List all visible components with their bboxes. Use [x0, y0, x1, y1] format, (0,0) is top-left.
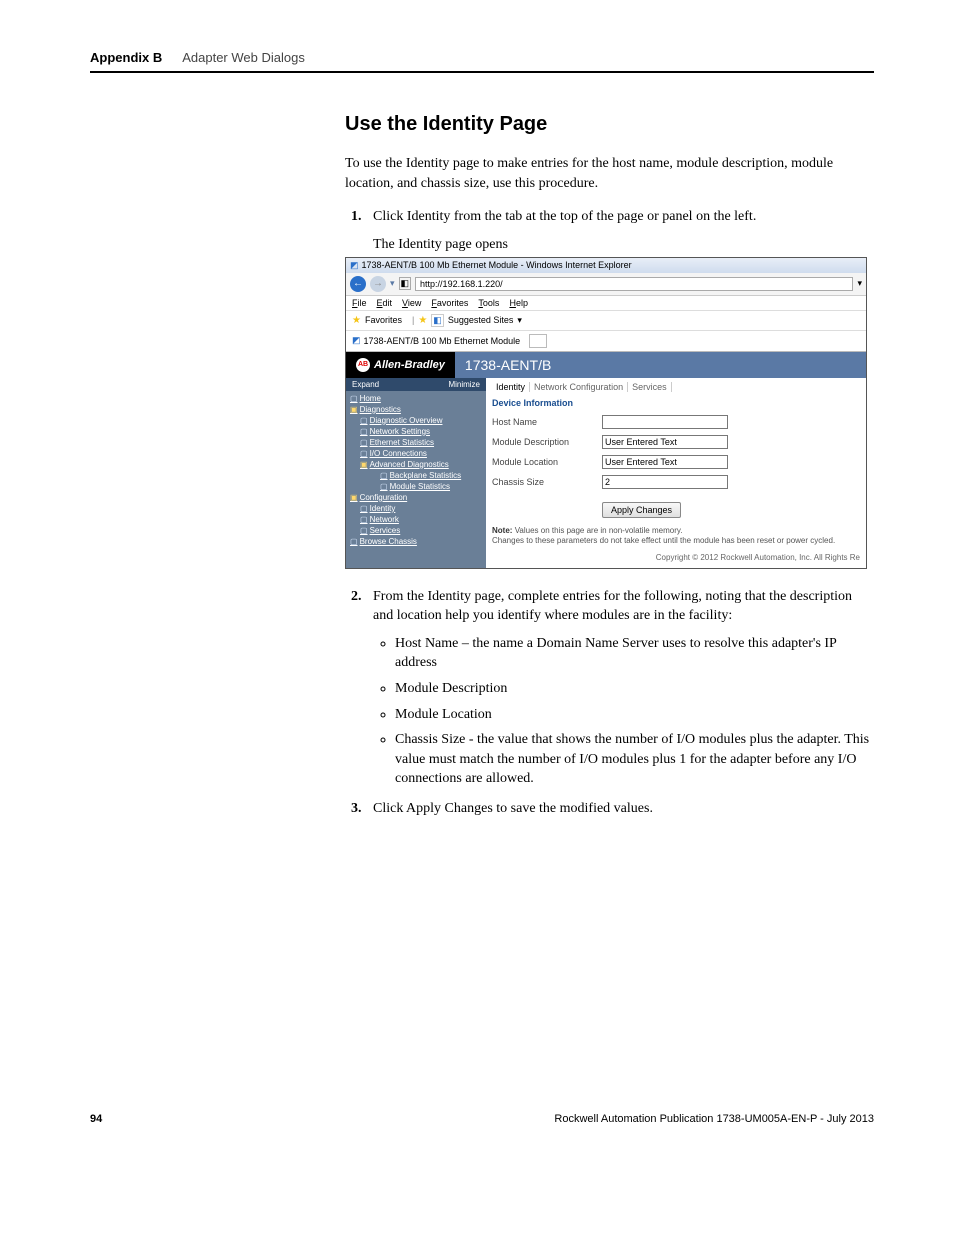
allen-bradley-logo-icon: AB: [356, 358, 370, 372]
menu-bar[interactable]: File Edit View Favorites Tools Help: [346, 296, 866, 311]
appendix-label: Appendix B: [90, 50, 162, 65]
product-name: 1738-AENT/B: [455, 352, 866, 378]
suggested-star-icon: ★: [418, 315, 427, 326]
intro-paragraph: To use the Identity page to make entries…: [345, 154, 874, 193]
identity-screenshot: ◩ 1738-AENT/B 100 Mb Ethernet Module - W…: [345, 257, 867, 569]
module-description-input[interactable]: [602, 435, 728, 449]
nav-diag-overview[interactable]: ▢Diagnostic Overview: [360, 415, 482, 426]
page-icon: ▢: [350, 394, 358, 403]
apply-changes-button[interactable]: Apply Changes: [602, 502, 681, 518]
appendix-title: Adapter Web Dialogs: [182, 50, 305, 65]
address-dropdown-icon[interactable]: ▾: [857, 278, 862, 289]
nav-eth-stats[interactable]: ▢Ethernet Statistics: [360, 437, 482, 448]
menu-file[interactable]: File: [352, 298, 367, 308]
step-1: Click Identity from the tab at the top o…: [365, 207, 874, 227]
favorites-star-icon[interactable]: ★: [352, 315, 361, 326]
favorites-label[interactable]: Favorites: [365, 315, 402, 325]
nav-config[interactable]: ▣Configuration: [350, 492, 482, 503]
identity-caption: The Identity page opens: [373, 237, 874, 253]
page-icon: ▢: [360, 449, 368, 458]
folder-icon: ▣: [350, 405, 358, 414]
note-line-2: Changes to these parameters do not take …: [492, 536, 835, 545]
nav-backplane[interactable]: ▢Backplane Statistics: [380, 470, 482, 481]
page-icon: ▢: [360, 526, 368, 535]
nav-minimize[interactable]: Minimize: [448, 380, 480, 389]
nav-home[interactable]: ▢Home: [350, 393, 482, 404]
module-description-label: Module Description: [492, 437, 602, 447]
page-icon: ▢: [380, 471, 388, 480]
page-icon: ▢: [360, 427, 368, 436]
page-icon: ▢: [360, 515, 368, 524]
brand-name: Allen-Bradley: [374, 359, 445, 371]
tab-favicon: ◩: [352, 335, 361, 346]
nav-net-settings[interactable]: ▢Network Settings: [360, 426, 482, 437]
nav-network[interactable]: ▢Network: [360, 514, 482, 525]
page-tab[interactable]: 1738-AENT/B 100 Mb Ethernet Module: [364, 336, 521, 346]
blank-tab[interactable]: [529, 334, 547, 348]
module-location-input[interactable]: [602, 455, 728, 469]
nav-adv-diag[interactable]: ▣Advanced Diagnostics: [360, 459, 482, 470]
page-favicon: ◧: [399, 277, 412, 290]
nav-identity[interactable]: ▢Identity: [360, 503, 482, 514]
suggested-dropdown-icon[interactable]: ▾: [517, 315, 522, 326]
tab-services[interactable]: Services: [628, 382, 672, 392]
nav-diagnostics[interactable]: ▣Diagnostics: [350, 404, 482, 415]
nav-mod-stats[interactable]: ▢Module Statistics: [380, 481, 482, 492]
nav-io-conn[interactable]: ▢I/O Connections: [360, 448, 482, 459]
folder-icon: ▣: [360, 460, 368, 469]
tab-identity[interactable]: Identity: [492, 382, 530, 392]
step-3: Click Apply Changes to save the modified…: [365, 799, 874, 819]
nav-expand[interactable]: Expand: [352, 380, 379, 389]
bullet-chassis-size: Chassis Size - the value that shows the …: [395, 730, 874, 789]
dropdown-icon[interactable]: ▾: [390, 278, 395, 289]
header-rule: [90, 71, 874, 73]
copyright-text: Copyright © 2012 Rockwell Automation, In…: [492, 547, 860, 562]
section-heading: Use the Identity Page: [345, 113, 874, 136]
folder-icon: ▣: [350, 493, 358, 502]
host-name-input[interactable]: [602, 415, 728, 429]
chassis-size-label: Chassis Size: [492, 477, 602, 487]
page-icon: ▢: [380, 482, 388, 491]
tab-network-config[interactable]: Network Configuration: [530, 382, 628, 392]
page-icon: ▢: [350, 537, 358, 546]
chassis-size-input[interactable]: [602, 475, 728, 489]
note-label: Note:: [492, 526, 512, 535]
note-line-1: Values on this page are in non-volatile …: [515, 526, 683, 535]
nav-services[interactable]: ▢Services: [360, 525, 482, 536]
ie-page-icon: ◩: [350, 260, 359, 271]
nav-browse-chassis[interactable]: ▢Browse Chassis: [350, 536, 482, 547]
page-icon: ▢: [360, 416, 368, 425]
menu-edit[interactable]: Edit: [377, 298, 393, 308]
page-icon: ▢: [360, 504, 368, 513]
bullet-module-description: Module Description: [395, 679, 874, 699]
step-2-text: From the Identity page, complete entries…: [373, 589, 852, 624]
step-2: From the Identity page, complete entries…: [365, 587, 874, 789]
publication-info: Rockwell Automation Publication 1738-UM0…: [554, 1113, 874, 1125]
nav-forward-icon[interactable]: →: [370, 276, 386, 292]
device-info-heading: Device Information: [492, 398, 860, 408]
address-bar[interactable]: http://192.168.1.220/: [415, 277, 853, 291]
window-title: 1738-AENT/B 100 Mb Ethernet Module - Win…: [362, 260, 632, 270]
bullet-module-location: Module Location: [395, 705, 874, 725]
menu-favorites[interactable]: Favorites: [431, 298, 468, 308]
nav-back-icon[interactable]: ←: [350, 276, 366, 292]
menu-tools[interactable]: Tools: [478, 298, 499, 308]
bullet-host-name: Host Name – the name a Domain Name Serve…: [395, 634, 874, 673]
module-location-label: Module Location: [492, 457, 602, 467]
menu-help[interactable]: Help: [509, 298, 528, 308]
menu-view[interactable]: View: [402, 298, 421, 308]
page-icon: ▢: [360, 438, 368, 447]
page-number: 94: [90, 1113, 102, 1125]
suggested-sites-link[interactable]: Suggested Sites: [448, 315, 514, 325]
suggested-sites-icon[interactable]: ◧: [431, 314, 444, 327]
host-name-label: Host Name: [492, 417, 602, 427]
